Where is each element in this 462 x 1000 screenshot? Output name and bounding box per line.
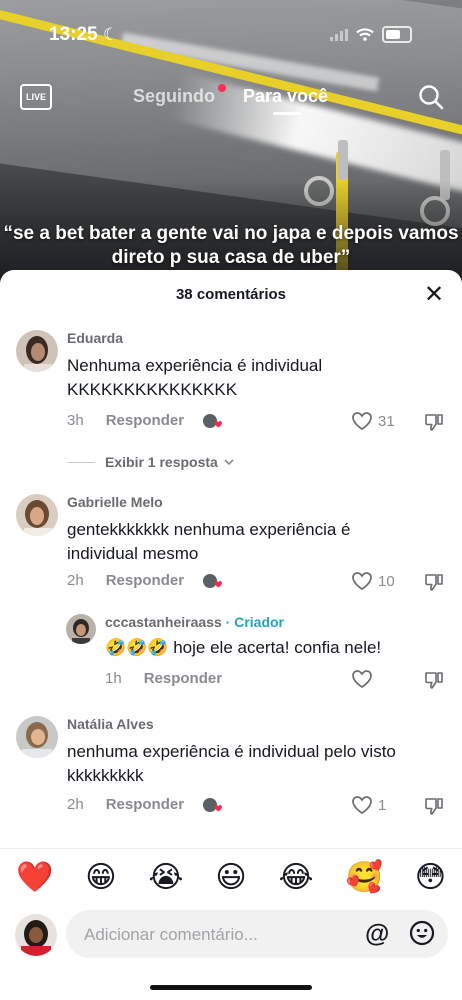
like-count: 10 xyxy=(378,572,395,590)
notification-dot xyxy=(218,84,226,92)
reply-button[interactable]: Responder xyxy=(106,796,184,813)
creator-badge: · Criador xyxy=(225,614,284,630)
heart-icon xyxy=(352,670,372,688)
avatar[interactable] xyxy=(16,716,58,758)
tab-for-you[interactable]: Para você xyxy=(243,86,328,107)
comment-author[interactable]: Eduarda xyxy=(67,330,123,346)
avatar[interactable] xyxy=(16,494,58,536)
emoji-quick-bar: ❤️ 😁 😭 😃 😂 🥰 😳 xyxy=(0,848,462,907)
comment-text: Nenhuma experiência é individual KKKKKKK… xyxy=(67,356,323,399)
reply-author-line: cccastanheiraass · Criador xyxy=(105,614,284,630)
live-button[interactable]: LIVE xyxy=(20,84,52,110)
creator-like-icon xyxy=(202,797,223,813)
like-button[interactable]: 1 xyxy=(352,796,386,814)
comment-meta: 2h Responder xyxy=(67,796,223,813)
comment-input-row: Adicionar comentário... @ xyxy=(0,906,462,966)
reply-button[interactable]: Responder xyxy=(106,572,184,589)
emoji-smile[interactable]: 😃 xyxy=(215,861,246,895)
top-nav: LIVE Seguindo Para você xyxy=(0,82,462,115)
like-button[interactable] xyxy=(352,670,372,688)
emoji-flushed[interactable]: 😳 xyxy=(415,861,446,895)
dislike-icon[interactable] xyxy=(424,412,444,432)
close-icon[interactable]: ✕ xyxy=(421,282,447,308)
creator-like-icon xyxy=(202,413,223,429)
reply-text: 🤣🤣🤣 hoje ele acerta! confia nele! xyxy=(105,638,382,657)
status-time: 13:25 xyxy=(49,24,98,45)
avatar[interactable] xyxy=(66,614,96,644)
signal-icon xyxy=(330,28,348,41)
moon-icon: ☾ xyxy=(103,25,119,44)
home-indicator[interactable] xyxy=(150,985,312,990)
chevron-down-icon xyxy=(224,459,234,466)
comment-text: gentekkkkkkk nenhuma experiência é indiv… xyxy=(67,520,351,563)
emoji-heart[interactable]: ❤️ xyxy=(16,861,53,895)
comment-list[interactable]: Eduarda Nenhuma experiência é individual… xyxy=(0,320,462,846)
emoji-grin[interactable]: 😁 xyxy=(85,861,116,895)
reply-button[interactable]: Responder xyxy=(144,670,222,687)
wifi-icon xyxy=(356,28,374,41)
video-background[interactable]: 13:25 ☾ LIVE Seguindo Para você “se a be… xyxy=(0,0,462,290)
emoji-hearts[interactable]: 🥰 xyxy=(345,861,382,895)
reply-time: 1h xyxy=(105,670,122,687)
tab-following[interactable]: Seguindo xyxy=(133,86,215,107)
comment-author[interactable]: Natália Alves xyxy=(67,716,154,732)
smiley-icon[interactable] xyxy=(409,920,435,946)
emoji-joy[interactable]: 😂 xyxy=(278,861,313,895)
search-icon[interactable] xyxy=(418,84,444,110)
comment-time: 2h xyxy=(67,796,84,813)
comment-text: nenhuma experiência é individual pelo vi… xyxy=(67,742,396,785)
dislike-icon[interactable] xyxy=(424,572,444,592)
comment-author[interactable]: Gabrielle Melo xyxy=(67,494,163,510)
heart-icon xyxy=(352,572,372,590)
status-icons xyxy=(330,26,412,43)
comment-time: 3h xyxy=(67,412,84,429)
active-tab-underline xyxy=(273,112,301,115)
dislike-icon[interactable] xyxy=(424,670,444,690)
view-replies-label: Exibir 1 resposta xyxy=(105,454,218,470)
emoji-crying[interactable]: 😭 xyxy=(148,861,183,895)
like-count: 1 xyxy=(378,796,387,814)
comment-meta: 2h Responder xyxy=(67,572,223,589)
divider-line xyxy=(67,461,95,463)
comment-count-title: 38 comentários xyxy=(175,286,287,303)
mention-button[interactable]: @ xyxy=(365,920,389,949)
heart-icon xyxy=(352,412,372,430)
like-count: 31 xyxy=(378,412,395,430)
creator-like-icon xyxy=(202,573,223,589)
reply-button[interactable]: Responder xyxy=(106,412,184,429)
avatar[interactable] xyxy=(16,330,58,372)
reply-author[interactable]: cccastanheiraass xyxy=(105,614,222,630)
comment-input[interactable]: Adicionar comentário... @ xyxy=(66,910,448,958)
battery-icon xyxy=(382,26,412,43)
reply-meta: 1h Responder xyxy=(105,670,222,687)
like-button[interactable]: 10 xyxy=(352,572,395,590)
strap xyxy=(338,140,348,180)
comment-time: 2h xyxy=(67,572,84,589)
comment-input-placeholder: Adicionar comentário... xyxy=(84,925,258,944)
view-replies-button[interactable]: Exibir 1 resposta xyxy=(67,454,236,470)
sheet-header: 38 comentários ✕ xyxy=(0,270,462,320)
video-caption: “se a bet bater a gente vai no japa e de… xyxy=(3,223,459,268)
dislike-icon[interactable] xyxy=(424,796,444,816)
avatar xyxy=(15,914,57,956)
heart-icon xyxy=(352,796,372,814)
comment-meta: 3h Responder xyxy=(67,412,223,429)
like-button[interactable]: 31 xyxy=(352,412,395,430)
status-bar: 13:25 ☾ xyxy=(0,0,462,70)
